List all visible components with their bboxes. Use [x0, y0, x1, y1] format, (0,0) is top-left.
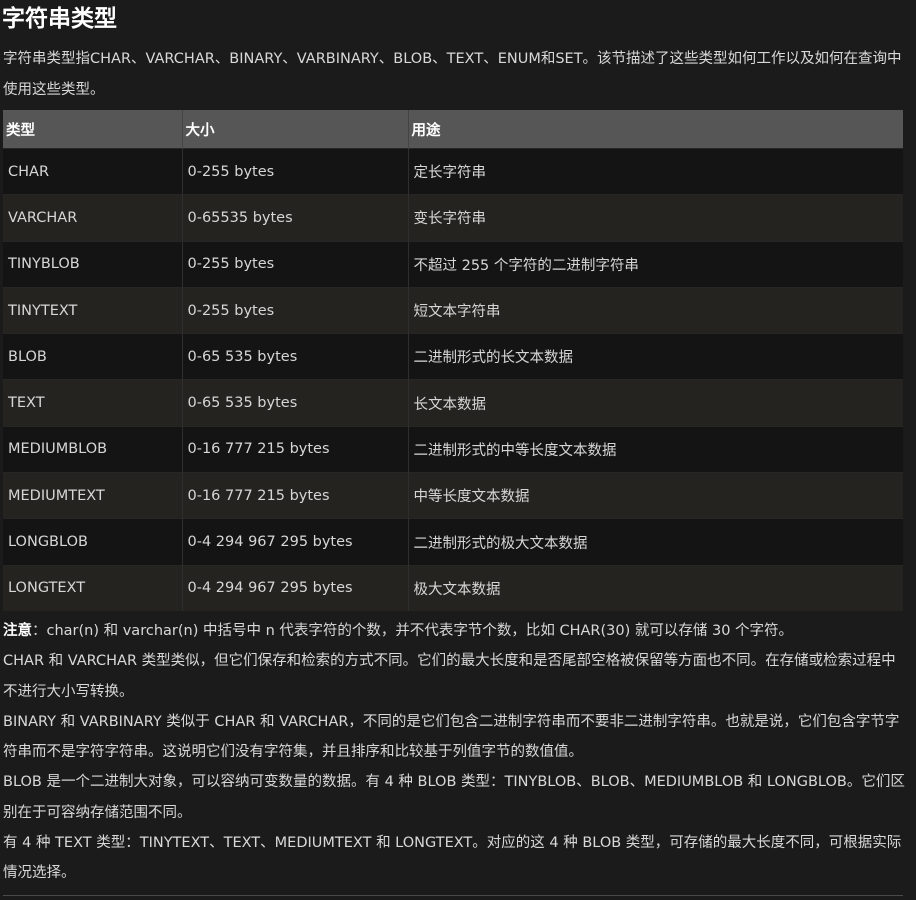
note-text: ：char(n) 和 varchar(n) 中括号中 n 代表字符的个数，并不代…: [32, 623, 794, 639]
table-row: BLOB 0-65 535 bytes 二进制形式的长文本数据: [3, 333, 903, 380]
header-usage: 用途: [408, 110, 903, 149]
table-row: MEDIUMTEXT 0-16 777 215 bytes 中等长度文本数据: [3, 472, 903, 519]
cell-type: MEDIUMTEXT: [3, 472, 183, 519]
table-row: VARCHAR 0-65535 bytes 变长字符串: [3, 194, 903, 242]
article: 字符串类型 字符串类型指CHAR、VARCHAR、BINARY、VARBINAR…: [0, 0, 916, 900]
divider: [3, 895, 903, 896]
cell-size: 0-16 777 215 bytes: [182, 425, 409, 473]
cell-usage: 长文本数据: [408, 379, 903, 427]
binary-paragraph: BINARY 和 VARBINARY 类似于 CHAR 和 VARCHAR，不同…: [3, 713, 900, 761]
cell-usage: 定长字符串: [408, 147, 903, 195]
cell-size: 0-65535 bytes: [182, 194, 409, 242]
table-row: TINYTEXT 0-255 bytes 短文本字符串: [3, 286, 903, 334]
cell-usage: 不超过 255 个字符的二进制字符串: [408, 240, 903, 288]
cell-usage: 极大文本数据: [408, 564, 903, 611]
table-row: TINYBLOB 0-255 bytes 不超过 255 个字符的二进制字符串: [3, 240, 903, 288]
cell-usage: 变长字符串: [408, 194, 903, 242]
cell-usage: 中等长度文本数据: [408, 472, 903, 519]
cell-size: 0-65 535 bytes: [182, 379, 409, 427]
cell-usage: 二进制形式的极大文本数据: [408, 518, 903, 566]
cell-usage: 二进制形式的中等长度文本数据: [408, 425, 903, 473]
cell-size: 0-16 777 215 bytes: [182, 472, 409, 519]
note-paragraph: 注意：char(n) 和 varchar(n) 中括号中 n 代表字符的个数，并…: [3, 616, 908, 646]
cell-type: LONGBLOB: [3, 518, 183, 566]
cell-size: 0-255 bytes: [182, 147, 409, 195]
cell-size: 0-4 294 967 295 bytes: [182, 564, 409, 611]
intro-paragraph: 字符串类型指CHAR、VARCHAR、BINARY、VARBINARY、BLOB…: [3, 51, 902, 98]
table-row: LONGTEXT 0-4 294 967 295 bytes 极大文本数据: [3, 564, 903, 611]
cell-type: CHAR: [3, 147, 183, 195]
cell-type: TINYBLOB: [3, 240, 183, 288]
cell-type: VARCHAR: [3, 194, 183, 242]
cell-type: LONGTEXT: [3, 564, 183, 611]
table-header-row: 类型 大小 用途: [3, 110, 903, 149]
table-row: LONGBLOB 0-4 294 967 295 bytes 二进制形式的极大文…: [3, 518, 903, 566]
cell-type: BLOB: [3, 333, 183, 380]
cell-type: TINYTEXT: [3, 286, 183, 334]
cell-size: 0-255 bytes: [182, 240, 409, 288]
header-type: 类型: [3, 110, 183, 149]
notes-section: 注意：char(n) 和 varchar(n) 中括号中 n 代表字符的个数，并…: [3, 616, 908, 889]
cell-size: 0-4 294 967 295 bytes: [182, 518, 409, 566]
blob-paragraph: BLOB 是一个二进制大对象，可以容纳可变数量的数据。有 4 种 BLOB 类型…: [3, 774, 905, 821]
cell-type: TEXT: [3, 379, 183, 427]
note-label: 注意: [3, 623, 32, 639]
table-row: TEXT 0-65 535 bytes 长文本数据: [3, 379, 903, 427]
char-varchar-paragraph: CHAR 和 VARCHAR 类型类似，但它们保存和检索的方式不同。它们的最大长…: [3, 653, 896, 700]
cell-type: MEDIUMBLOB: [3, 425, 183, 473]
cell-size: 0-255 bytes: [182, 286, 409, 334]
cell-usage: 二进制形式的长文本数据: [408, 333, 903, 380]
string-types-table: 类型 大小 用途 CHAR 0-255 bytes 定长字符串 VARCHAR …: [3, 110, 903, 611]
table-row: MEDIUMBLOB 0-16 777 215 bytes 二进制形式的中等长度…: [3, 425, 903, 473]
cell-size: 0-65 535 bytes: [182, 333, 409, 380]
cell-usage: 短文本字符串: [408, 286, 903, 334]
table-row: CHAR 0-255 bytes 定长字符串: [3, 147, 903, 195]
text-paragraph: 有 4 种 TEXT 类型：TINYTEXT、TEXT、MEDIUMTEXT 和…: [3, 835, 902, 882]
header-size: 大小: [182, 110, 409, 149]
page-title: 字符串类型: [2, 6, 117, 32]
